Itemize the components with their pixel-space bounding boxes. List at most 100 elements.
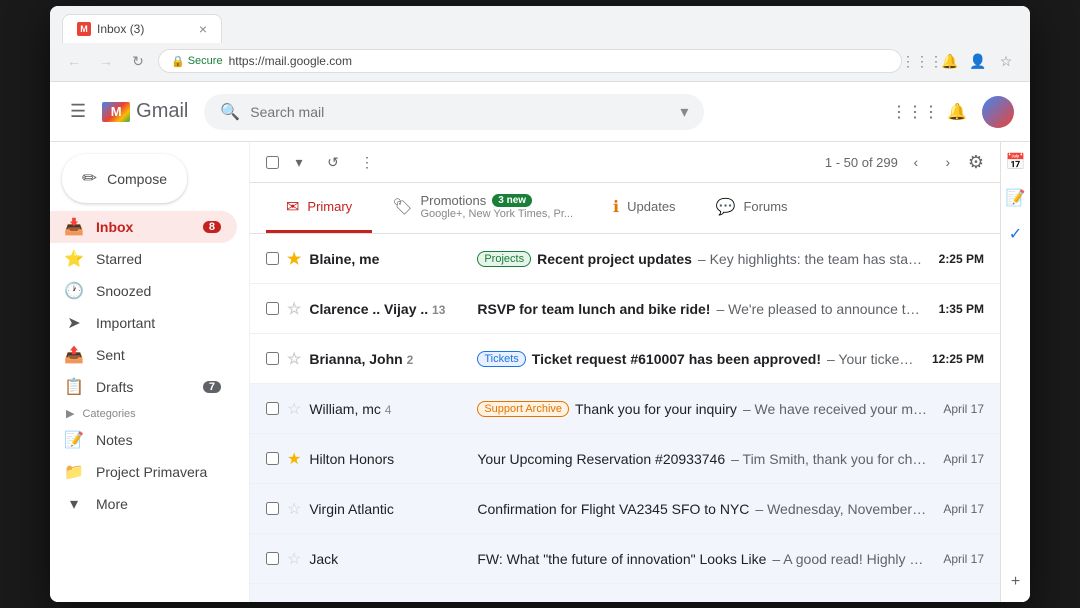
email-body: Support Archive Thank you for your inqui…	[477, 401, 927, 417]
sidebar-categories-header[interactable]: ▶ Categories	[50, 403, 249, 424]
select-dropdown-button[interactable]: ▾	[285, 148, 313, 176]
email-time: April 17	[935, 402, 984, 416]
apps-icon[interactable]: ⋮⋮⋮	[898, 95, 932, 129]
star-icon[interactable]: ☆	[287, 299, 301, 319]
sidebar-important-label: Important	[96, 315, 155, 331]
table-row[interactable]: ★ Hilton Honors Your Upcoming Reservatio…	[250, 434, 1000, 484]
search-dropdown-icon[interactable]: ▾	[680, 102, 688, 122]
star-icon[interactable]: ☆	[287, 549, 301, 569]
panel-tasks-icon[interactable]: ✓	[1004, 222, 1028, 246]
table-row[interactable]: ☆ William, mc 4 Support Archive Thank yo…	[250, 384, 1000, 434]
table-row[interactable]: ☆ Virgin Atlantic Confirmation for Fligh…	[250, 484, 1000, 534]
browser-tabs: M Inbox (3) ×	[62, 14, 1018, 43]
email-checkbox[interactable]	[266, 502, 279, 515]
star-icon[interactable]: ☆	[287, 599, 301, 603]
tab-updates[interactable]: ℹ Updates	[593, 183, 696, 233]
snoozed-icon: 🕐	[64, 281, 84, 301]
table-row[interactable]: ☆ Clarence .. Vijay .. 13 RSVP for team …	[250, 284, 1000, 334]
star-icon[interactable]: ★	[287, 449, 301, 469]
email-preview: – We have received your message and ...	[743, 401, 927, 417]
table-row[interactable]: ☆ Jack FW: What "the future of innovatio…	[250, 534, 1000, 584]
email-preview: – Your ticket has been appro...	[827, 351, 916, 367]
table-row[interactable]: ★ Blaine, me Projects Recent project upd…	[250, 234, 1000, 284]
tab-close-button[interactable]: ×	[199, 21, 207, 37]
email-sender: William, mc 4	[309, 401, 469, 417]
promotions-tab-icon: 🏷	[392, 197, 412, 217]
sidebar-project-label: Project Primavera	[96, 464, 207, 480]
email-time: April 16	[935, 602, 984, 603]
email-checkbox[interactable]	[266, 352, 279, 365]
address-bar[interactable]: 🔒 Secure https://mail.google.com	[158, 49, 902, 73]
sidebar-item-notes[interactable]: 📝 Notes	[50, 424, 237, 456]
select-all-checkbox[interactable]	[266, 156, 279, 169]
sidebar-item-sent[interactable]: 📤 Sent	[50, 339, 237, 371]
active-tab[interactable]: M Inbox (3) ×	[62, 14, 222, 43]
sidebar-item-drafts[interactable]: 📋 Drafts 7	[50, 371, 237, 403]
sidebar-drafts-label: Drafts	[96, 379, 133, 395]
email-sender: Xander	[309, 601, 469, 603]
email-checkbox[interactable]	[266, 402, 279, 415]
table-row[interactable]: ☆ Xander Photos from my road trip – Hi a…	[250, 584, 1000, 602]
email-subject: Recent project updates	[537, 251, 692, 267]
star-icon[interactable]: ☆	[287, 349, 301, 369]
email-body: FW: What "the future of innovation" Look…	[477, 551, 927, 567]
email-sender: Blaine, me	[309, 251, 469, 267]
panel-notes-icon[interactable]: 📝	[1004, 186, 1028, 210]
notification-icon[interactable]: 🔔	[938, 49, 962, 73]
account-icon[interactable]: 👤	[966, 49, 990, 73]
email-subject: Ticket request #610007 has been approved…	[532, 351, 821, 367]
sidebar-item-project-primavera[interactable]: 📁 Project Primavera	[50, 456, 237, 488]
reload-button[interactable]: ↻	[126, 49, 150, 73]
bookmark-icon[interactable]: ☆	[994, 49, 1018, 73]
star-icon[interactable]: ☆	[287, 499, 301, 519]
drafts-badge: 7	[203, 381, 221, 393]
next-page-button[interactable]: ›	[934, 148, 962, 176]
expand-icon: ▶	[66, 407, 74, 420]
more-options-button[interactable]: ⋮	[353, 148, 381, 176]
tab-primary[interactable]: ✉ Primary	[266, 183, 372, 233]
more-icon: ▾	[64, 494, 84, 514]
star-icon[interactable]: ☆	[287, 399, 301, 419]
panel-add-icon[interactable]: +	[1004, 570, 1028, 594]
email-checkbox[interactable]	[266, 452, 279, 465]
tab-promotions[interactable]: 🏷 Promotions 3 new Google+, New York Tim…	[372, 183, 593, 233]
sidebar-item-inbox[interactable]: 📥 Inbox 8	[50, 211, 237, 243]
sidebar-item-snoozed[interactable]: 🕐 Snoozed	[50, 275, 237, 307]
email-checkbox[interactable]	[266, 302, 279, 315]
browser-chrome: M Inbox (3) × ← → ↻ 🔒 Secure https://mai…	[50, 6, 1030, 82]
table-row[interactable]: ☆ Brianna, John 2 Tickets Ticket request…	[250, 334, 1000, 384]
tab-forums[interactable]: 💬 Forums	[696, 183, 808, 233]
sidebar-item-more[interactable]: ▾ More	[50, 488, 237, 520]
right-panel: 📅 📝 ✓ +	[1000, 142, 1030, 602]
star-icon[interactable]: ★	[287, 249, 301, 269]
prev-page-button[interactable]: ‹	[902, 148, 930, 176]
email-checkbox[interactable]	[266, 252, 279, 265]
compose-button[interactable]: ✏ Compose	[62, 154, 187, 203]
forward-button[interactable]: →	[94, 49, 118, 73]
sidebar-starred-label: Starred	[96, 251, 142, 267]
refresh-button[interactable]: ↺	[319, 148, 347, 176]
user-avatar[interactable]	[982, 96, 1014, 128]
notifications-header-icon[interactable]: 🔔	[940, 95, 974, 129]
gmail-app: ☰ M Gmail 🔍 ▾ ⋮⋮⋮ 🔔 ✏ Compose	[50, 82, 1030, 602]
mail-count: 1 - 50 of 299 ‹ ›	[825, 148, 962, 176]
browser-toolbar-icons: ⋮⋮⋮ 🔔 👤 ☆	[910, 49, 1018, 73]
label-tag: Support Archive	[477, 401, 569, 417]
search-bar[interactable]: 🔍 ▾	[204, 94, 704, 130]
sidebar-notes-label: Notes	[96, 432, 133, 448]
email-body: RSVP for team lunch and bike ride! – We'…	[477, 301, 922, 317]
count-text: 1 - 50 of 299	[825, 155, 898, 170]
sidebar-item-important[interactable]: ➤ Important	[50, 307, 237, 339]
sidebar-inbox-label: Inbox	[96, 219, 133, 235]
search-input[interactable]	[250, 104, 670, 120]
back-button[interactable]: ←	[62, 49, 86, 73]
sidebar-item-starred[interactable]: ⭐ Starred	[50, 243, 237, 275]
settings-icon[interactable]: ⚙	[968, 152, 984, 173]
sidebar-sent-label: Sent	[96, 347, 125, 363]
hamburger-menu-button[interactable]: ☰	[66, 97, 90, 126]
email-time: April 17	[935, 452, 984, 466]
panel-calendar-icon[interactable]: 📅	[1004, 150, 1028, 174]
extensions-icon[interactable]: ⋮⋮⋮	[910, 49, 934, 73]
email-subject: RSVP for team lunch and bike ride!	[477, 301, 710, 317]
email-checkbox[interactable]	[266, 552, 279, 565]
